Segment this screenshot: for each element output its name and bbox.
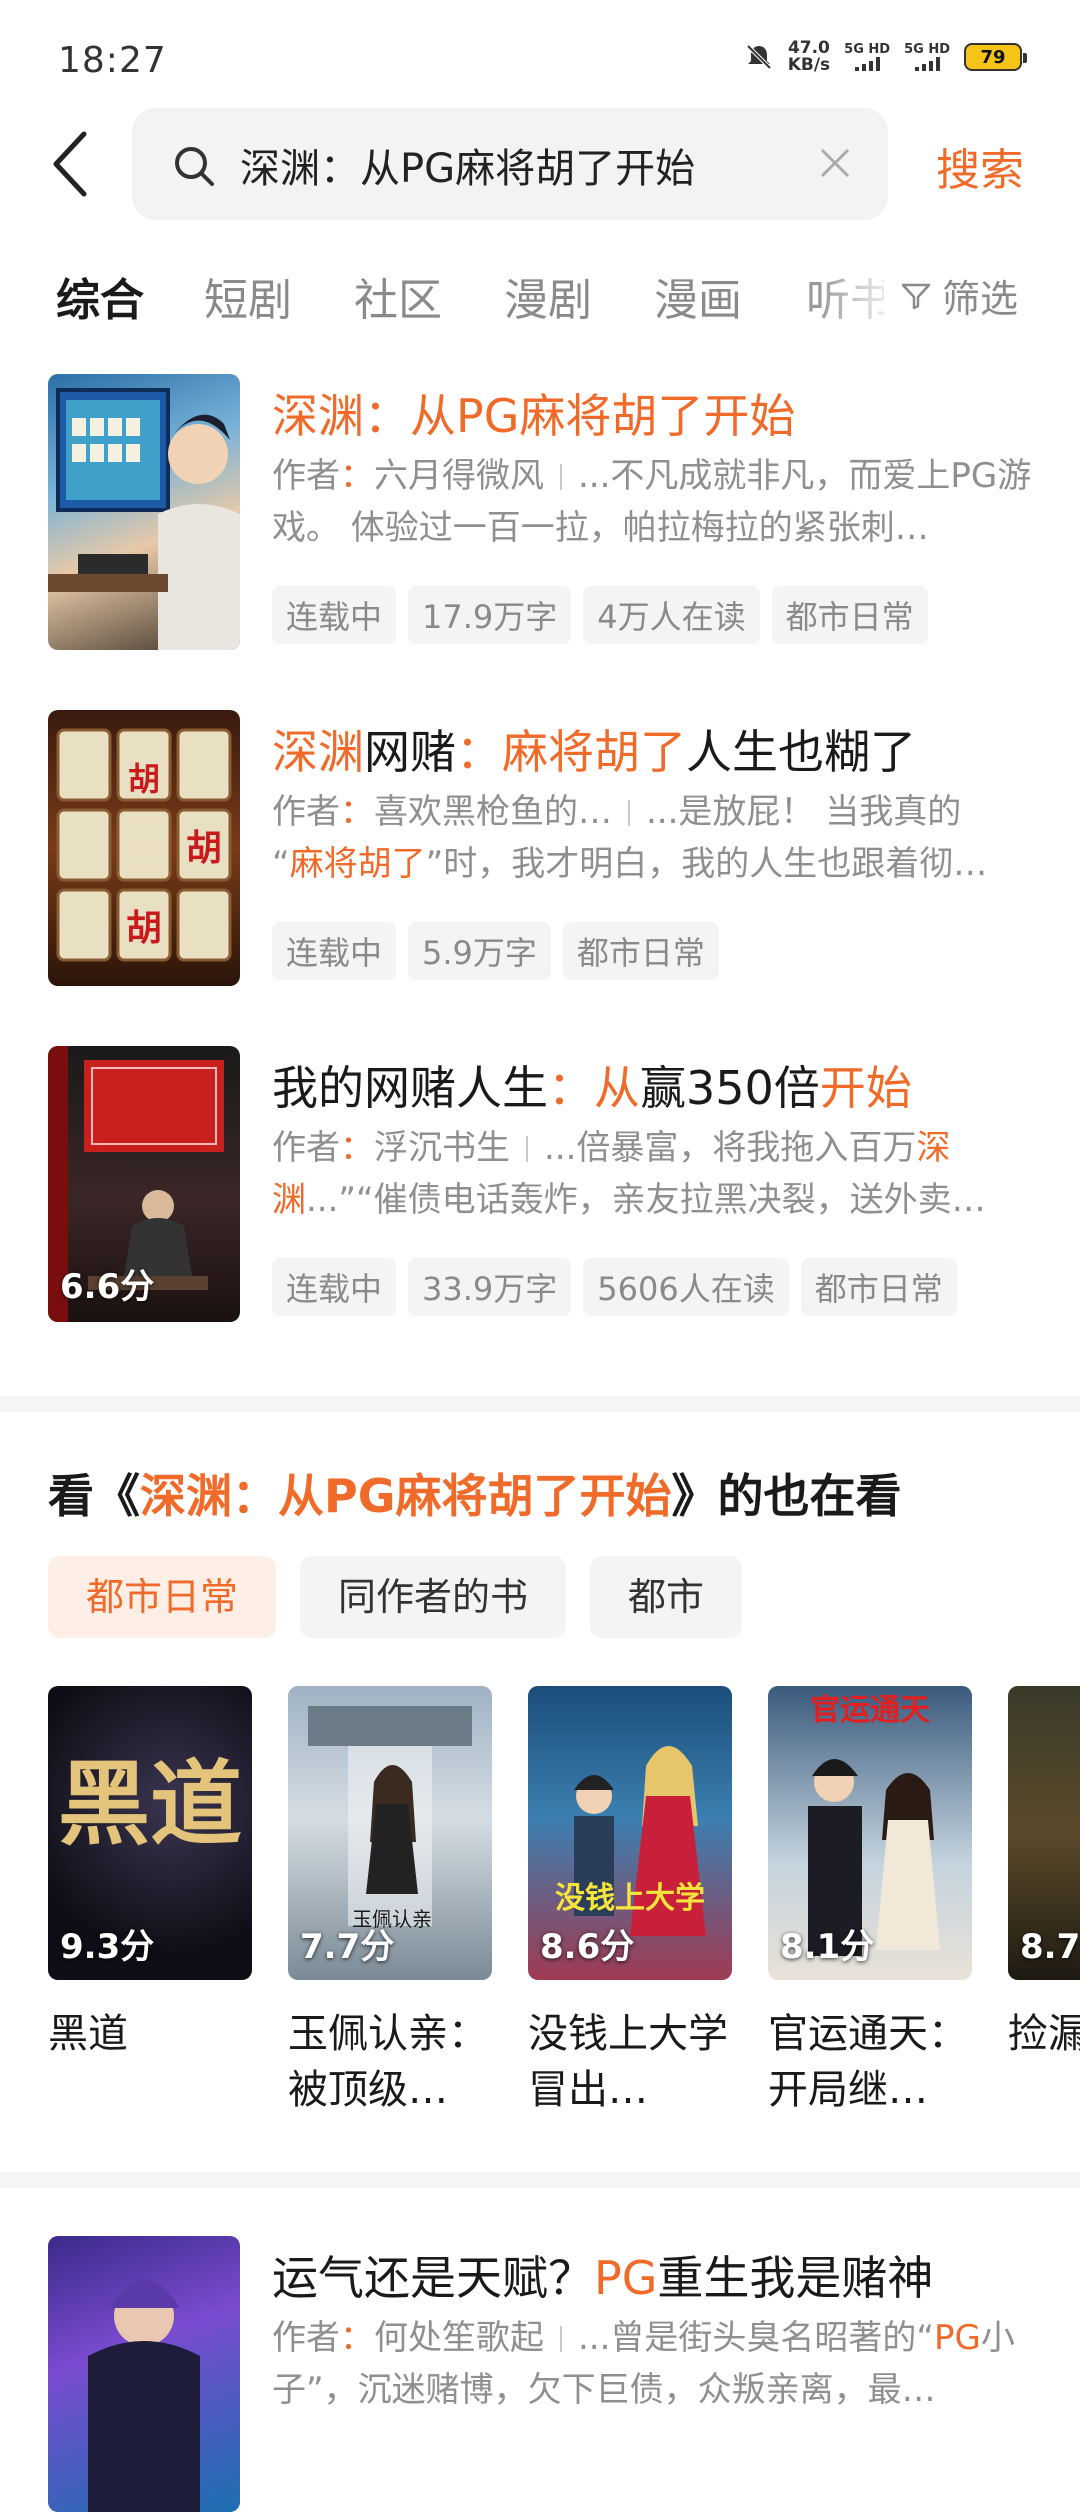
score-badge: 7.7分 <box>300 1927 395 1967</box>
tab-community[interactable]: 社区 <box>354 264 442 328</box>
book-cover[interactable]: 黑道 9.3分 <box>48 1686 252 1980</box>
category-tabs: 综合 短剧 社区 漫剧 漫画 听书 筛选 <box>0 264 1080 334</box>
filter-button[interactable]: 筛选 <box>900 268 1018 323</box>
book-cover[interactable]: 没钱上大学 8.6分 <box>528 1686 732 1980</box>
book-card[interactable]: 官运通天 8.1分 官运通天：开局继… <box>768 1686 972 2118</box>
tag: 都市日常 <box>562 922 719 980</box>
book-cover[interactable]: 玉佩认亲 7.7分 <box>288 1686 492 1980</box>
chip-urban[interactable]: 都市 <box>590 1556 743 1638</box>
network-speed: 47.0 KB/s <box>787 38 831 75</box>
tag: 4万人在读 <box>583 586 760 644</box>
search-icon <box>175 147 214 186</box>
chip-urban-daily[interactable]: 都市日常 <box>48 1556 277 1638</box>
status-icons: 47.0 KB/s 5G HD 5G HD 79 <box>744 38 1027 75</box>
filter-icon <box>901 283 931 309</box>
book-title[interactable]: 捡漏的财… <box>1008 2006 1080 2062</box>
tag: 连载中 <box>272 1258 397 1316</box>
section-divider <box>0 2172 1080 2188</box>
result-title[interactable]: 我的网赌人生：从赢350倍开始 <box>272 1052 912 1118</box>
cover-illustration <box>88 2280 200 2512</box>
book-carousel[interactable]: 黑道 9.3分 黑道 玉佩认亲 7.7分 玉佩认亲：被顶级… 没钱上大学 8.6… <box>48 1686 1080 2126</box>
cover-illustration: 胡 胡 胡 <box>56 728 232 962</box>
tag: 都市日常 <box>800 1258 957 1316</box>
result-title[interactable]: 运气还是天赋？PG重生我是赌神 <box>272 2242 933 2308</box>
status-time: 18:27 <box>58 40 167 81</box>
svg-text:官运通天: 官运通天 <box>810 1693 930 1728</box>
result-item[interactable]: 胡 胡 胡 深渊网赌：麻将胡了人生也糊了 作者：喜欢黑枪鱼的… ...是放屁！ 当… <box>48 710 1048 990</box>
search-input[interactable]: 深渊：从PG麻将胡了开始 <box>132 108 888 220</box>
score-badge: 6.6分 <box>60 1267 155 1307</box>
search-query: 深渊：从PG麻将胡了开始 <box>240 146 696 192</box>
book-cover[interactable] <box>48 2236 240 2512</box>
score-badge: 8.7分 <box>1020 1927 1080 1967</box>
book-cover[interactable] <box>48 374 240 650</box>
battery-icon: 79 <box>964 43 1027 71</box>
tag: 都市日常 <box>771 586 928 644</box>
also-reading-title: 看《深渊：从PG麻将胡了开始》的也在看 <box>48 1469 902 1523</box>
svg-text:胡: 胡 <box>186 827 222 869</box>
result-description: 作者：何处笙歌起 ...曾是街头臭名昭著的“PG小子”，沉迷赌博，欠下巨债，众叛亲… <box>272 2318 1015 2410</box>
result-description: 作者：喜欢黑枪鱼的… ...是放屁！ 当我真的 “麻将胡了”时，我才明白，我的人生也… <box>272 792 988 884</box>
tab-overall[interactable]: 综合 <box>56 264 144 328</box>
tag: 5606人在读 <box>583 1258 789 1316</box>
book-card[interactable]: 没钱上大学 8.6分 没钱上大学冒出… <box>528 1686 732 2118</box>
book-cover[interactable]: 官运通天 8.1分 <box>768 1686 972 1980</box>
tab-short-drama[interactable]: 短剧 <box>204 264 292 328</box>
tag: 连载中 <box>272 586 397 644</box>
also-reading-filters: 都市日常 同作者的书 都市 <box>48 1556 743 1638</box>
book-card[interactable]: 黑道 9.3分 黑道 <box>48 1686 252 2062</box>
result-description: 作者：浮沉书生 ...倍暴富，将我拖入百万深渊...”“催债电话轰炸，亲友拉黑决裂… <box>272 1128 986 1220</box>
result-item[interactable]: 深渊：从PG麻将胡了开始 作者：六月得微风 ...不凡成就非凡，而爱上PG游戏。 … <box>48 374 1048 654</box>
book-title[interactable]: 官运通天：开局继… <box>768 2006 972 2118</box>
book-card[interactable]: 玉佩认亲 7.7分 玉佩认亲：被顶级… <box>288 1686 492 2118</box>
book-card[interactable]: 8.7分 捡漏的财… <box>1008 1686 1080 2062</box>
book-title[interactable]: 没钱上大学冒出… <box>528 2006 732 2118</box>
score-badge: 9.3分 <box>60 1927 155 1967</box>
section-divider <box>0 1396 1080 1412</box>
mute-bell-icon <box>746 44 772 70</box>
tab-anime-drama[interactable]: 漫剧 <box>504 264 592 328</box>
chip-same-author[interactable]: 同作者的书 <box>300 1556 567 1638</box>
result-item[interactable]: 运气还是天赋？PG重生我是赌神 作者：何处笙歌起 ...曾是街头臭名昭著的“PG小… <box>48 2236 1048 2516</box>
svg-text:胡: 胡 <box>126 907 162 949</box>
score-badge: 8.1分 <box>780 1927 875 1967</box>
cover-illustration <box>48 388 240 650</box>
clear-icon[interactable] <box>818 146 852 180</box>
book-cover[interactable]: 胡 胡 胡 <box>48 710 240 986</box>
tag-list: 连载中 17.9万字 4万人在读 都市日常 <box>272 586 928 644</box>
svg-text:胡: 胡 <box>128 760 160 798</box>
book-title[interactable]: 黑道 <box>48 2006 252 2062</box>
book-cover[interactable]: 8.7分 <box>1008 1686 1080 1980</box>
score-badge: 8.6分 <box>540 1927 635 1967</box>
result-title[interactable]: 深渊网赌：麻将胡了人生也糊了 <box>272 716 916 782</box>
tag-list: 连载中 33.9万字 5606人在读 都市日常 <box>272 1258 957 1316</box>
tag: 33.9万字 <box>408 1258 572 1316</box>
back-arrow-icon[interactable] <box>48 128 92 200</box>
tag: 5.9万字 <box>408 922 551 980</box>
signal-2-icon: 5G HD <box>904 43 950 71</box>
status-bar: 18:27 47.0 KB/s 5G HD 5G HD 79 <box>0 0 1080 120</box>
svg-text:黑道: 黑道 <box>58 1750 242 1858</box>
book-title[interactable]: 玉佩认亲：被顶级… <box>288 2006 492 2118</box>
tag: 17.9万字 <box>408 586 572 644</box>
tag: 连载中 <box>272 922 397 980</box>
result-description: 作者：六月得微风 ...不凡成就非凡，而爱上PG游戏。 体验过一百一拉，帕拉梅拉的… <box>272 456 1032 548</box>
tab-comics[interactable]: 漫画 <box>654 264 742 328</box>
signal-1-icon: 5G HD <box>844 43 890 71</box>
svg-text:没钱上大学: 没钱上大学 <box>555 1881 705 1916</box>
book-cover[interactable]: 6.6分 <box>48 1046 240 1322</box>
result-item[interactable]: 6.6分 我的网赌人生：从赢350倍开始 作者：浮沉书生 ...倍暴富，将我拖入百… <box>48 1046 1048 1326</box>
search-button[interactable]: 搜索 <box>936 134 1024 198</box>
result-title[interactable]: 深渊：从PG麻将胡了开始 <box>272 380 795 446</box>
tag-list: 连载中 5.9万字 都市日常 <box>272 922 719 980</box>
